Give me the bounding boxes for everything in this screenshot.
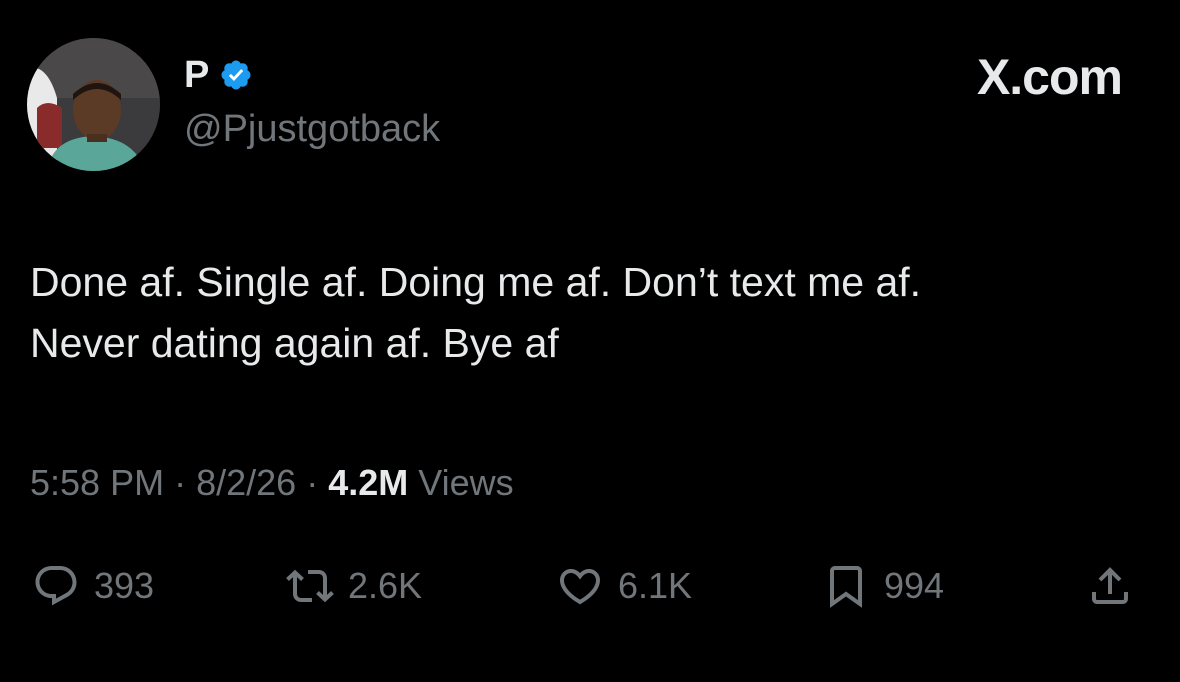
author-name-row: P	[184, 56, 253, 94]
tweet-line: Done af. Single af. Doing me af. Don’t t…	[30, 259, 922, 305]
action-bar: 393 2.6K 6.1K 994	[0, 562, 1180, 612]
tweet-time[interactable]: 5:58 PM	[30, 462, 164, 503]
meta-separator: ·	[306, 462, 319, 503]
reply-count: 393	[94, 565, 155, 606]
bookmark-button[interactable]: 994	[822, 562, 944, 610]
tweet-date[interactable]: 8/2/26	[196, 462, 296, 503]
tweet-line: Never dating again af. Bye af	[30, 320, 559, 366]
views-count: 4.2M	[328, 462, 409, 503]
bookmark-icon	[822, 562, 870, 610]
repost-button[interactable]: 2.6K	[286, 562, 422, 610]
author-display-name[interactable]: P	[184, 56, 209, 94]
avatar-photo	[27, 38, 160, 171]
bookmark-count: 994	[884, 565, 945, 606]
reply-icon	[32, 562, 80, 610]
repost-count: 2.6K	[348, 565, 423, 606]
brand-logo: X.com	[976, 49, 1123, 105]
views-label: Views	[418, 462, 514, 503]
like-count: 6.1K	[618, 565, 693, 606]
share-button[interactable]	[1086, 562, 1134, 610]
like-button[interactable]: 6.1K	[556, 562, 692, 610]
tweet-text: Done af. Single af. Doing me af. Don’t t…	[30, 252, 1160, 374]
author-handle[interactable]: @Pjustgotback	[184, 110, 440, 148]
share-icon	[1086, 562, 1134, 610]
verified-badge-icon	[219, 58, 253, 92]
repost-icon	[286, 562, 334, 610]
heart-icon	[556, 562, 604, 610]
meta-separator: ·	[174, 462, 187, 503]
avatar[interactable]	[27, 38, 160, 171]
tweet-meta: 5:58 PM · 8/2/26 · 4.2M Views	[30, 465, 514, 501]
reply-button[interactable]: 393	[32, 562, 154, 610]
